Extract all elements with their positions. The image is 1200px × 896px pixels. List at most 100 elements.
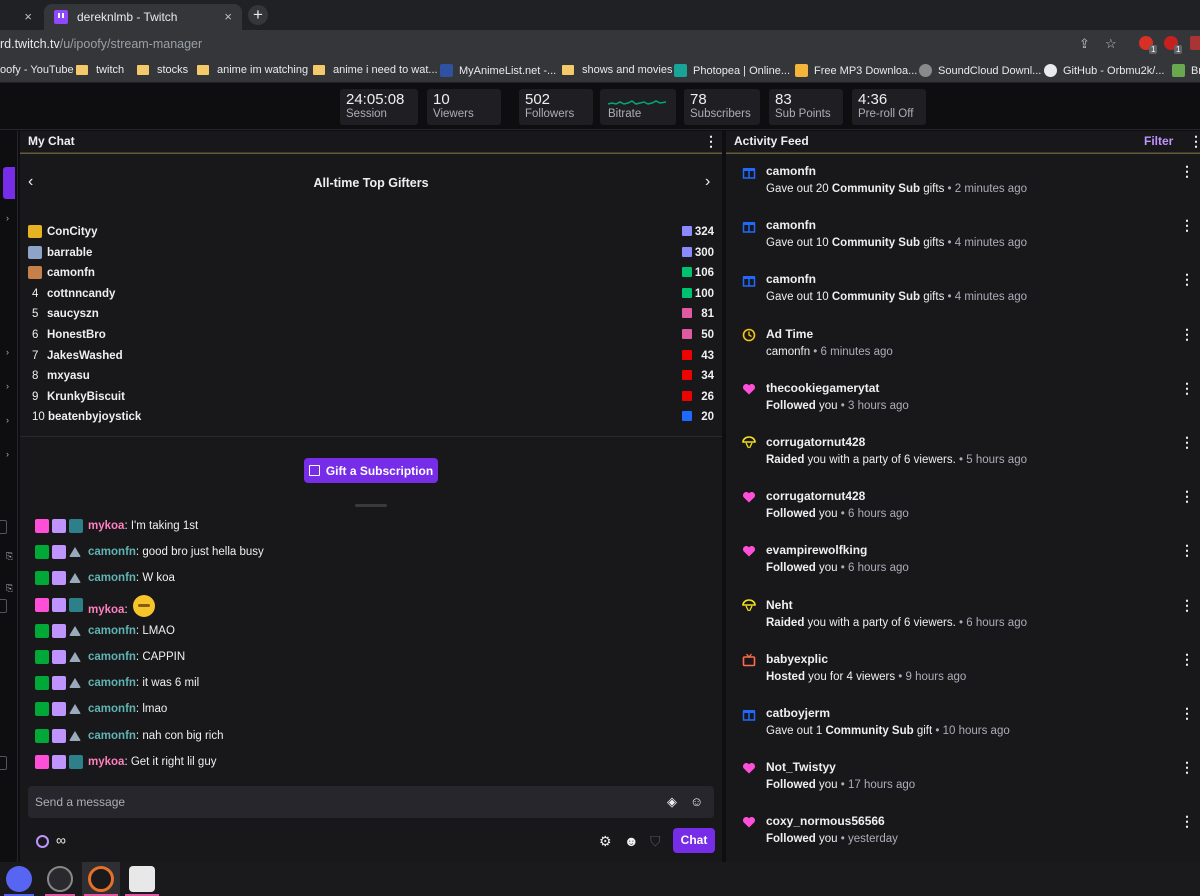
chat-message[interactable]: mykoa: xyxy=(0,594,722,619)
feed-item-more-icon[interactable]: ⋮ xyxy=(1180,435,1194,449)
top-gifter-row[interactable]: 5 saucyszn 81 xyxy=(20,305,722,325)
feed-item-name[interactable]: thecookiegamerytat xyxy=(766,381,879,395)
browser-tab-previous[interactable]: × xyxy=(0,4,42,30)
new-tab-button[interactable]: + xyxy=(248,5,268,25)
settings-gear-icon[interactable]: ⚙ xyxy=(599,833,612,850)
close-tab-icon[interactable]: × xyxy=(224,9,232,24)
bookmark-github[interactable]: GitHub - Orbmu2k/... xyxy=(1044,64,1164,77)
chat-username[interactable]: camonfn xyxy=(88,730,136,742)
feed-item-more-icon[interactable]: ⋮ xyxy=(1180,489,1194,503)
chat-badge-icon[interactable] xyxy=(35,650,49,664)
bookmark-folder-anime-to-watch[interactable]: anime i need to wat... xyxy=(313,64,438,76)
bits-icon[interactable]: ◈ xyxy=(667,794,677,810)
chat-username[interactable]: camonfn xyxy=(88,651,136,663)
top-gifter-row[interactable]: ConCityy 324 xyxy=(20,223,722,243)
top-gifter-row[interactable]: 6 HonestBro 50 xyxy=(20,326,722,346)
browser-tab-active[interactable]: dereknlmb - Twitch × xyxy=(44,4,242,30)
feed-item-more-icon[interactable]: ⋮ xyxy=(1180,164,1194,178)
chat-badge-icon[interactable] xyxy=(52,571,66,586)
feed-item-more-icon[interactable]: ⋮ xyxy=(1180,381,1194,395)
bookmark-myanimelist[interactable]: MyAnimeList.net -... xyxy=(440,64,556,77)
activity-feed-item[interactable]: thecookiegamerytat Followed you • 3 hours… xyxy=(726,348,1200,412)
chat-message[interactable]: camonfn: CAPPIN xyxy=(20,647,722,671)
feed-item-more-icon[interactable]: ⋮ xyxy=(1180,652,1194,666)
chat-badge-icon[interactable] xyxy=(69,678,81,689)
chat-username[interactable]: mykoa xyxy=(88,756,124,768)
twitch-app-icon[interactable] xyxy=(129,866,155,892)
feed-item-name[interactable]: coxy_normous56566 xyxy=(766,814,885,828)
activity-feed-item[interactable]: evampirewolfking Followed you • 6 hours a… xyxy=(726,510,1200,574)
chat-badge-icon[interactable] xyxy=(35,676,49,691)
quick-action-icon[interactable]: › xyxy=(6,347,9,357)
discord-icon[interactable] xyxy=(6,866,32,892)
chat-badge-icon[interactable] xyxy=(35,571,49,586)
activity-feed-item[interactable]: catboyjerm Gave out 1 Community Sub gift … xyxy=(726,673,1200,737)
stat-bitrate[interactable]: Bitrate xyxy=(600,89,676,125)
chat-message[interactable]: camonfn: it was 6 mil xyxy=(20,673,722,697)
chat-message[interactable]: camonfn: LMAO xyxy=(20,621,722,645)
feed-item-more-icon[interactable]: ⋮ xyxy=(1180,272,1194,286)
bookmark-star-icon[interactable]: ☆ xyxy=(1105,36,1117,52)
top-gifter-row[interactable]: barrable 300 xyxy=(20,244,722,264)
bookmark-more[interactable]: Br xyxy=(1172,64,1200,77)
feed-item-more-icon[interactable]: ⋮ xyxy=(1180,327,1194,341)
bookmark-folder-shows[interactable]: shows and movies xyxy=(562,64,673,76)
chat-badge-icon[interactable] xyxy=(52,519,66,533)
resize-handle[interactable] xyxy=(355,504,387,507)
quick-action-icon[interactable]: ⎘ xyxy=(6,551,13,562)
feed-item-name[interactable]: Neht xyxy=(766,598,793,612)
quick-action-icon[interactable]: › xyxy=(6,449,9,459)
chat-username[interactable]: camonfn xyxy=(88,546,136,558)
feed-item-name[interactable]: catboyjerm xyxy=(766,706,830,720)
chat-message[interactable]: camonfn: good bro just hella busy xyxy=(20,542,722,566)
activity-feed-item[interactable]: corrugatornut428 Followed you • 6 hours a… xyxy=(726,456,1200,520)
quick-action-icon[interactable]: › xyxy=(6,415,9,425)
address-bar[interactable]: rd.twitch.tv/u/ipoofy/stream-manager ⇪ ☆… xyxy=(0,30,1200,58)
gifter-name[interactable]: cottnncandy xyxy=(47,288,115,300)
chat-badge-icon[interactable] xyxy=(52,676,66,691)
emote-icon[interactable]: ☻ xyxy=(624,833,639,849)
chat-username[interactable]: mykoa xyxy=(88,520,124,532)
chat-badge-icon[interactable] xyxy=(35,623,49,638)
chat-message[interactable]: camonfn: W koa xyxy=(20,568,722,592)
activity-feed-item[interactable]: Not_Twistyy Followed you • 17 hours ago ⋮ xyxy=(726,727,1200,791)
gifter-name[interactable]: HonestBro xyxy=(47,329,106,341)
stat-followers[interactable]: 502 Followers xyxy=(519,89,593,125)
feed-item-more-icon[interactable]: ⋮ xyxy=(1180,814,1194,828)
chat-badge-icon[interactable] xyxy=(69,704,81,715)
quick-action-icon[interactable]: › xyxy=(6,381,9,391)
feed-item-name[interactable]: camonfn xyxy=(766,272,816,286)
gifter-name[interactable]: mxyasu xyxy=(47,370,90,382)
chat-badge-icon[interactable] xyxy=(35,545,49,560)
activity-feed-item[interactable]: camonfn Gave out 10 Community Sub gifts •… xyxy=(726,239,1200,303)
bookmark-folder-stocks[interactable]: stocks xyxy=(137,64,188,76)
feed-item-name[interactable]: corrugatornut428 xyxy=(766,489,865,503)
feed-item-name[interactable]: evampirewolfking xyxy=(766,543,867,557)
chat-badge-icon[interactable] xyxy=(69,547,81,558)
activity-feed-item[interactable]: corrugatornut428 Raided you with a party … xyxy=(726,402,1200,466)
chat-message[interactable]: mykoa: Get it right lil guy xyxy=(0,752,722,776)
chat-username[interactable]: camonfn xyxy=(88,703,136,715)
chat-badge-icon[interactable] xyxy=(52,728,66,743)
chat-badge-icon[interactable] xyxy=(69,652,81,662)
bookmark-photopea[interactable]: Photopea | Online... xyxy=(674,64,790,77)
chat-badge-icon[interactable] xyxy=(69,597,83,612)
gifter-name[interactable]: KrunkyBiscuit xyxy=(47,391,125,403)
chat-badge-icon[interactable] xyxy=(35,519,49,533)
top-gifter-row[interactable]: 8 mxyasu 34 xyxy=(20,367,722,387)
chat-badge-icon[interactable] xyxy=(52,754,66,769)
chat-username[interactable]: camonfn xyxy=(88,677,136,689)
gauge-app-icon[interactable] xyxy=(47,866,73,892)
gifter-name[interactable]: JakesWashed xyxy=(47,350,123,362)
chat-badge-icon[interactable] xyxy=(35,754,49,769)
activity-feed-item[interactable]: camonfn Gave out 10 Community Sub gifts •… xyxy=(726,185,1200,249)
obs-icon[interactable] xyxy=(88,866,114,892)
chat-badge-icon[interactable] xyxy=(35,597,49,612)
emote-icon[interactable] xyxy=(132,594,155,617)
bookmark-soundcloud[interactable]: SoundCloud Downl... xyxy=(919,64,1041,77)
activity-feed-item[interactable]: babyexplic Hosted you for 4 viewers • 9 h… xyxy=(726,619,1200,683)
channel-points-icon[interactable] xyxy=(36,835,49,848)
gifter-name[interactable]: saucyszn xyxy=(47,308,99,320)
feed-item-more-icon[interactable]: ⋮ xyxy=(1180,543,1194,557)
chat-username[interactable]: camonfn xyxy=(88,625,136,637)
